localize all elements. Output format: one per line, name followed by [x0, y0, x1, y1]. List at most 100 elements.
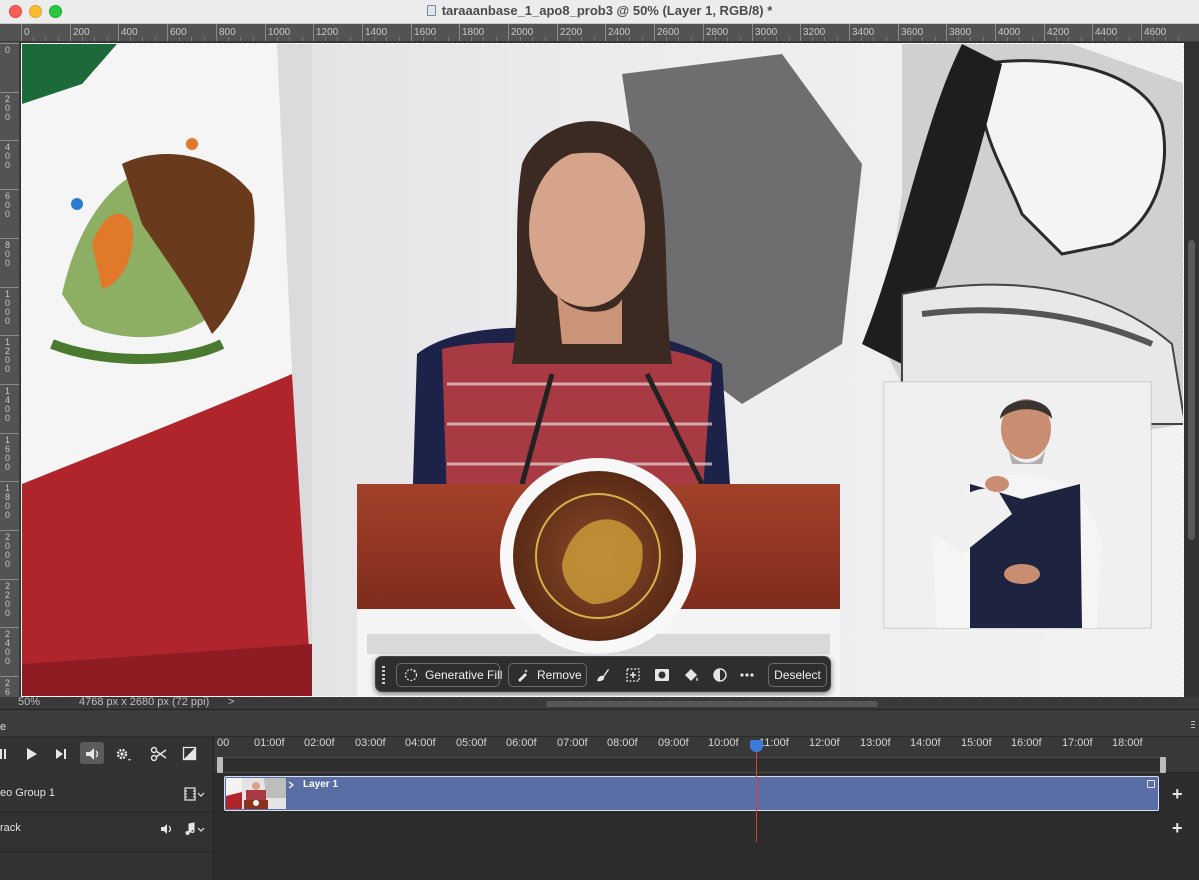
ruler-minor-tick [399, 37, 400, 41]
ruler-tick [898, 24, 899, 41]
document-canvas[interactable]: Generative Fill Remove Deselect [21, 43, 1184, 697]
ruler-minor-tick [58, 37, 59, 41]
transition-icon[interactable] [182, 743, 198, 765]
ruler-tick [557, 24, 558, 41]
time-label: 09:00f [658, 737, 689, 749]
ruler-label: 1200 [5, 337, 11, 374]
ruler-minor-tick [240, 37, 241, 41]
ruler-minor-tick [228, 37, 229, 41]
ruler-tick [0, 92, 19, 93]
audio-track-mute-icon[interactable] [160, 822, 174, 836]
play-icon[interactable] [24, 743, 40, 765]
canvas-image [22, 44, 1183, 696]
vertical-ruler[interactable]: 0 200 400 600 800 1000 1200 1400 1600 1800 2000 220… [0, 42, 20, 697]
ruler-minor-tick [520, 37, 521, 41]
time-label: 11:00f [759, 737, 789, 749]
ruler-label: 1800 [462, 27, 485, 38]
ruler-minor-tick [764, 37, 765, 41]
ruler-label: 3600 [901, 27, 924, 38]
add-media-video-group-button[interactable]: + [1172, 785, 1183, 803]
ruler-minor-tick [204, 37, 205, 41]
ruler-minor-tick [594, 37, 595, 41]
window-title-container: taraaanbase_1_apo8_prob3 @ 50% (Layer 1,… [0, 3, 1199, 18]
previous-frame-icon[interactable] [0, 743, 10, 765]
generative-fill-button[interactable]: Generative Fill [396, 663, 502, 687]
time-label: 03:00f [355, 737, 386, 749]
status-more-arrow[interactable]: > [228, 697, 234, 708]
ruler-minor-tick [483, 37, 484, 41]
ruler-tick [0, 481, 19, 482]
window-title: taraaanbase_1_apo8_prob3 @ 50% (Layer 1,… [441, 3, 773, 18]
add-media-audio-track-button[interactable]: + [1172, 819, 1183, 837]
work-area-end-handle[interactable] [1160, 757, 1166, 773]
paint-bucket-icon[interactable] [682, 666, 700, 684]
clip-end-marker-icon[interactable] [1147, 780, 1155, 788]
ruler-minor-tick [82, 37, 83, 41]
audio-mute-icon[interactable] [84, 743, 102, 765]
ruler-label: 2000 [5, 532, 11, 569]
video-group-track-name: eo Group 1 [0, 787, 56, 799]
deselect-button[interactable]: Deselect [768, 663, 827, 687]
task-bar-grip-handle[interactable] [382, 666, 385, 684]
horizontal-ruler[interactable]: 0 200 400 600 800 1000 1200 1400 1600 1800 2000 220… [0, 24, 1199, 42]
music-note-icon[interactable] [182, 822, 206, 836]
ruler-label: 800 [5, 240, 11, 268]
ruler-label: 1600 [414, 27, 437, 38]
ruler-tick [459, 24, 460, 41]
ruler-label: 26 [5, 678, 11, 697]
video-group-track-header[interactable]: eo Group 1 [0, 775, 214, 813]
ruler-label: 2000 [511, 27, 534, 38]
ruler-minor-tick [130, 37, 131, 41]
film-strip-icon[interactable] [184, 787, 206, 801]
ruler-label: 4000 [998, 27, 1021, 38]
ruler-minor-tick [691, 37, 692, 41]
ruler-label: 4400 [1095, 27, 1118, 38]
brush-icon[interactable] [594, 666, 612, 684]
remove-button[interactable]: Remove [508, 663, 587, 687]
ruler-minor-tick [922, 37, 923, 41]
next-frame-icon[interactable] [54, 743, 70, 765]
time-label: 16:00f [1011, 737, 1042, 749]
ruler-label: 1800 [5, 483, 11, 520]
vertical-scrollbar[interactable] [1188, 240, 1195, 540]
work-area-start-handle[interactable] [217, 757, 223, 773]
zoom-level[interactable]: 50% [18, 697, 40, 708]
ruler-minor-tick [581, 37, 582, 41]
ruler-minor-tick [374, 37, 375, 41]
work-area-bar[interactable] [218, 757, 1164, 773]
playhead-line [756, 750, 757, 842]
ruler-minor-tick [886, 37, 887, 41]
horizontal-scrollbar[interactable] [546, 701, 878, 707]
ruler-label: 1000 [5, 289, 11, 326]
layer-1-clip[interactable]: Layer 1 [224, 776, 1159, 811]
time-label: 02:00f [304, 737, 335, 749]
ruler-minor-tick [423, 37, 424, 41]
audio-track-header[interactable]: rack [0, 814, 214, 852]
playhead-handle[interactable] [750, 740, 763, 752]
audio-track-name: rack [0, 822, 21, 834]
time-label: 00 [217, 737, 230, 749]
more-options-icon[interactable] [738, 666, 756, 684]
status-bar: 50% 4768 px x 2680 px (72 ppi) > [0, 697, 1199, 709]
ruler-label: 1400 [365, 27, 388, 38]
time-ruler[interactable]: 00 01:00f 02:00f 03:00f 04:00f 05:00f 06:00f 07… [214, 737, 1199, 773]
ruler-minor-tick [179, 37, 180, 41]
panel-menu-icon[interactable] [1191, 721, 1195, 729]
ruler-label: 2600 [657, 27, 680, 38]
ruler-tick [0, 189, 19, 190]
timeline-panel-tab[interactable]: e [0, 721, 6, 733]
transform-selection-icon[interactable] [624, 666, 642, 684]
time-label: 07:00f [557, 737, 588, 749]
split-scissors-icon[interactable] [150, 743, 168, 765]
ruler-minor-tick [289, 37, 290, 41]
settings-gear-icon[interactable] [114, 743, 132, 765]
ruler-tick [118, 24, 119, 41]
mask-icon[interactable] [653, 666, 671, 684]
time-label: 08:00f [607, 737, 638, 749]
clip-expand-chevron-icon[interactable] [288, 781, 294, 789]
ruler-minor-tick [1032, 37, 1033, 41]
adjustment-layer-icon[interactable] [711, 666, 729, 684]
ruler-tick [654, 24, 655, 41]
ruler-minor-tick [386, 37, 387, 41]
ruler-label: 1000 [268, 27, 291, 38]
